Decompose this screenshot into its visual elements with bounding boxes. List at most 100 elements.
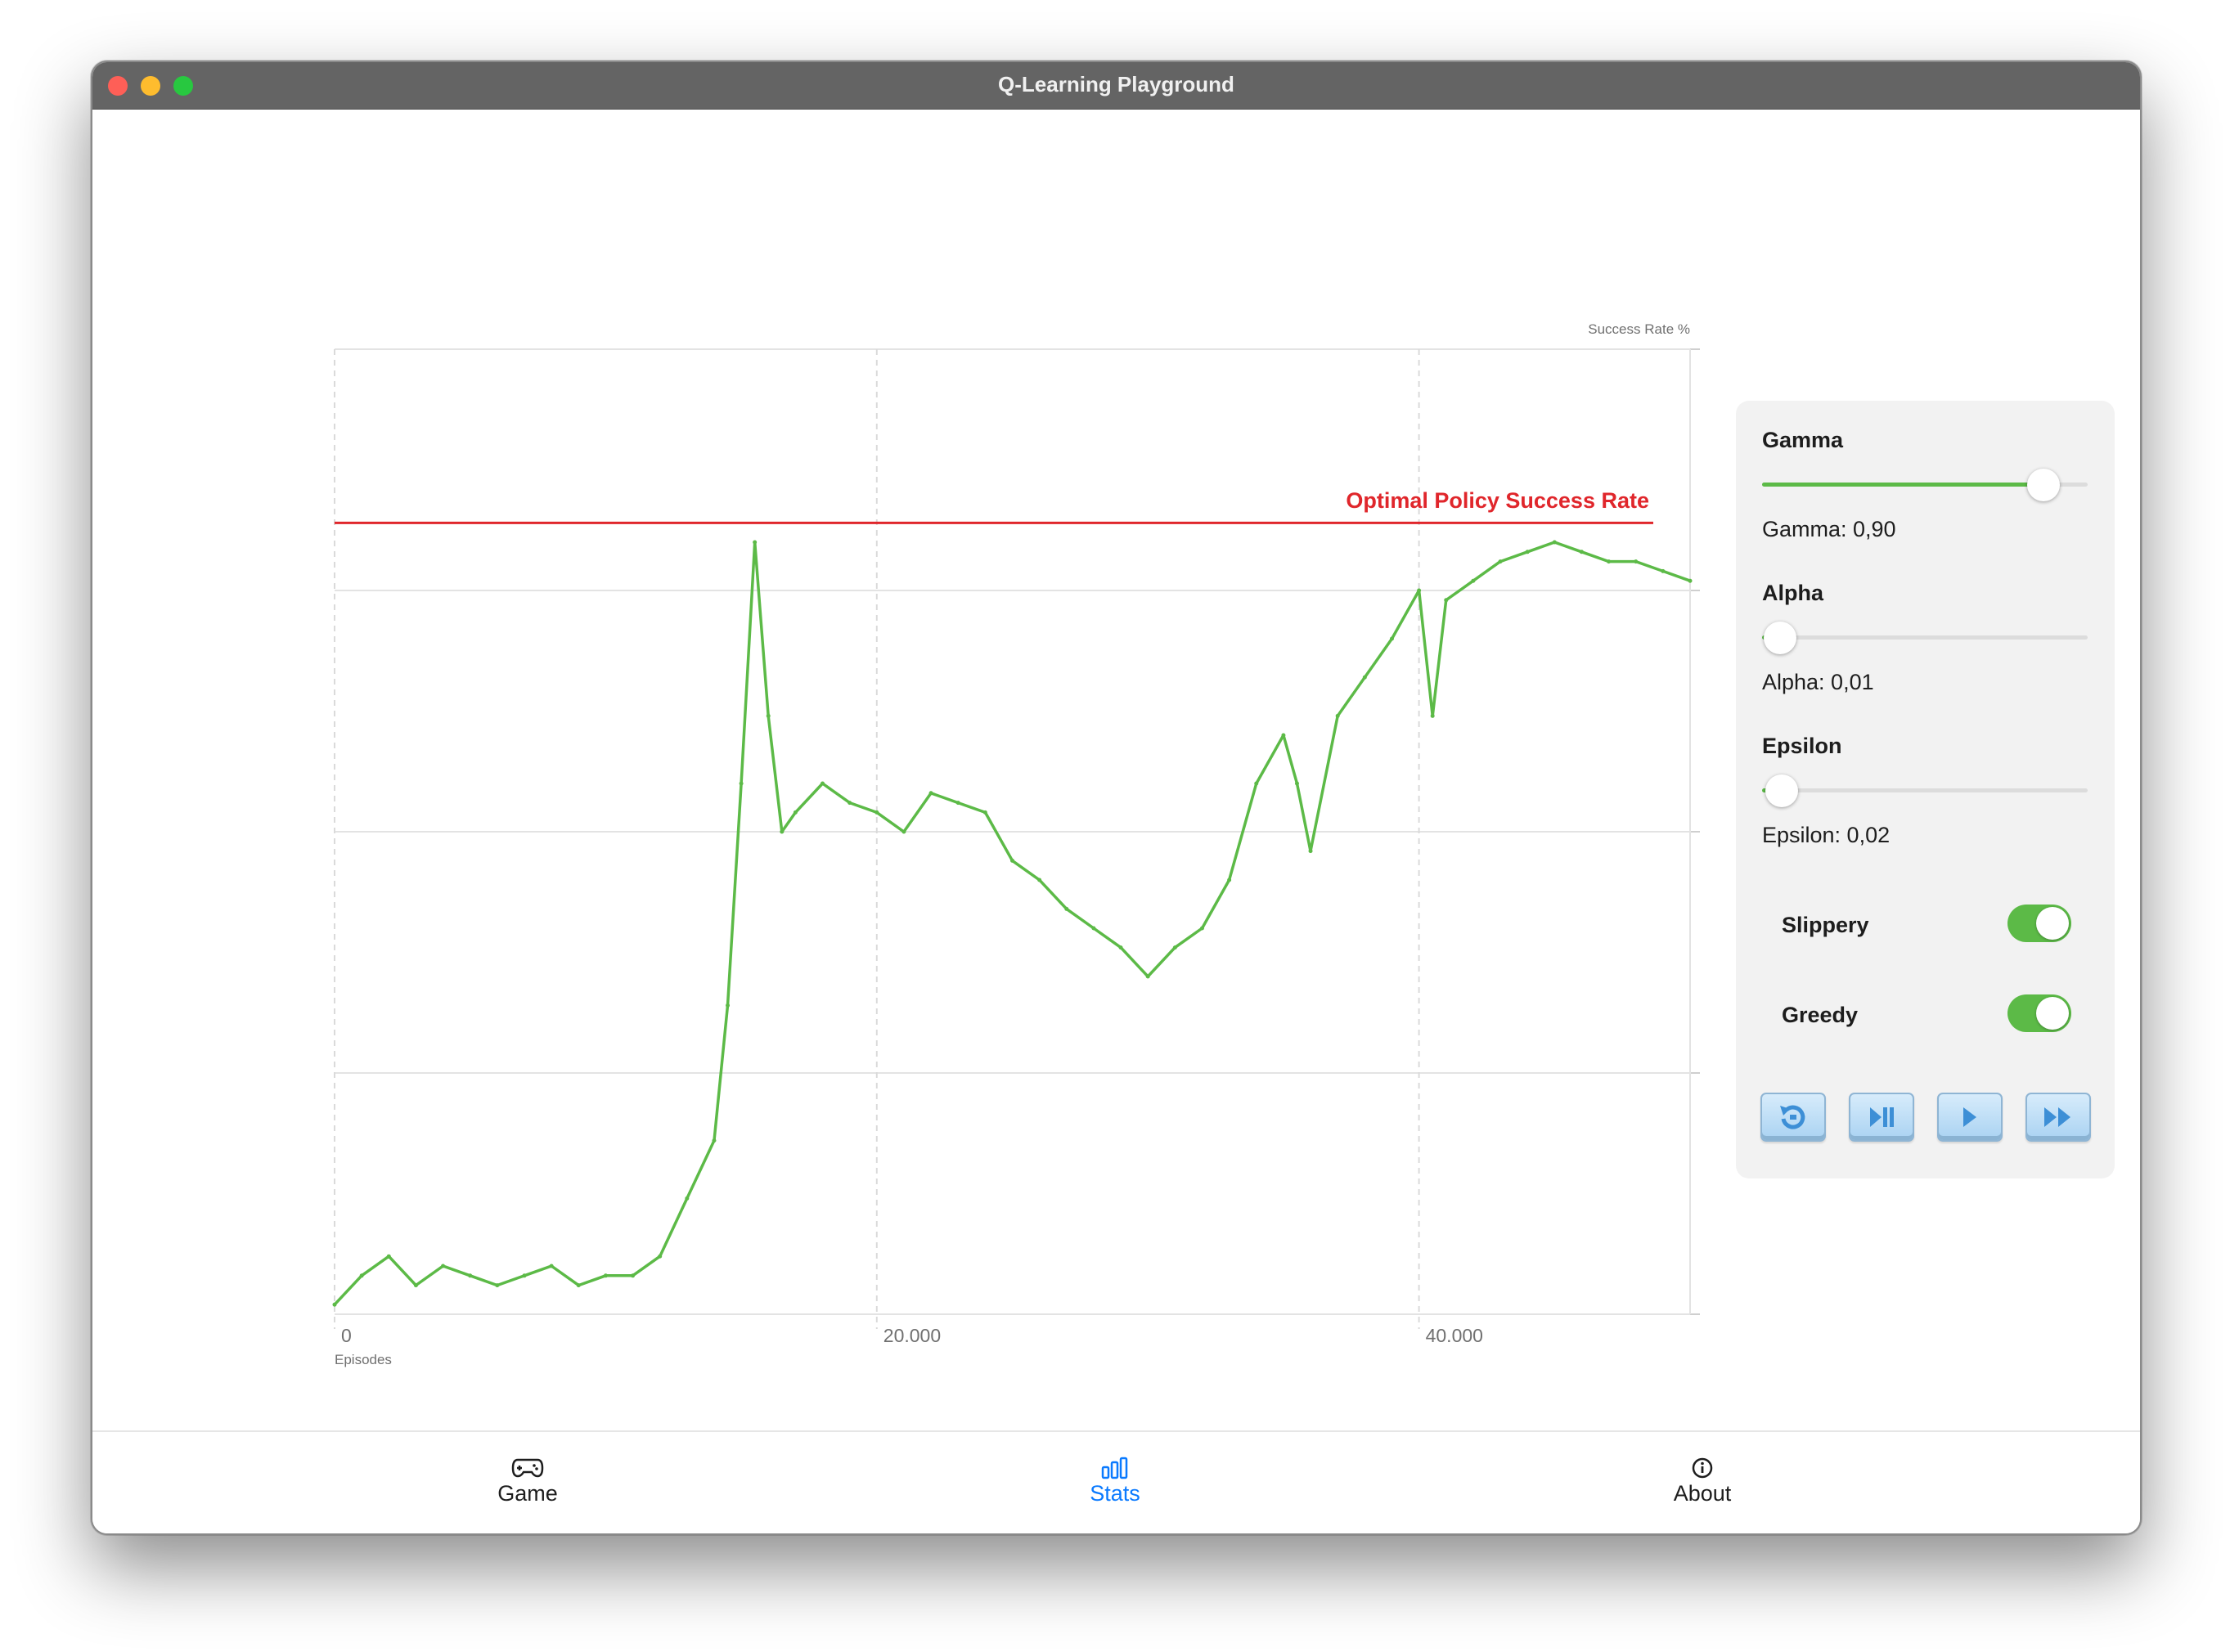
y-axis-title: Success Rate % (1588, 321, 1690, 337)
gamma-slider[interactable] (1762, 469, 2088, 501)
fast-forward-button[interactable] (2025, 1093, 2091, 1142)
data-point (1172, 945, 1177, 950)
tab-stats[interactable]: Stats (951, 1432, 1279, 1533)
data-point (1579, 550, 1584, 554)
data-point (1688, 578, 1693, 583)
data-point (359, 1273, 364, 1278)
data-point (685, 1196, 690, 1201)
slippery-toggle[interactable] (2007, 905, 2071, 942)
epsilon-slider-thumb[interactable] (1765, 774, 1798, 807)
data-point (780, 829, 785, 834)
step-button[interactable] (1849, 1093, 1914, 1142)
title-bar: Q-Learning Playground (92, 62, 2140, 110)
info-circle-icon (1692, 1457, 1713, 1479)
data-point (1444, 598, 1449, 603)
data-point (549, 1264, 554, 1268)
step-icon (1870, 1107, 1894, 1127)
data-point (1064, 906, 1069, 911)
data-point (522, 1273, 527, 1278)
data-point (1525, 550, 1530, 554)
data-point (1389, 636, 1394, 641)
data-point (1607, 559, 1612, 564)
data-point (1118, 945, 1123, 950)
data-point (495, 1283, 500, 1288)
x-tick-label: 20.000 (883, 1325, 941, 1346)
x-axis-title: Episodes (335, 1352, 392, 1367)
data-point (468, 1273, 473, 1278)
tab-game-label: Game (497, 1481, 558, 1506)
tab-bar: Game Stats About (92, 1430, 2140, 1533)
data-point (955, 801, 960, 806)
data-point (1091, 926, 1096, 931)
success-rate-chart: 0255075100020.00040.000 Episodes Success… (332, 321, 1700, 1367)
data-point (766, 713, 771, 718)
data-point (1430, 713, 1435, 718)
tab-stats-label: Stats (1090, 1481, 1140, 1506)
x-tick-label: 40.000 (1426, 1325, 1483, 1346)
data-point (1634, 559, 1639, 564)
data-point (1294, 781, 1299, 786)
data-point (901, 829, 906, 834)
alpha-value-label: Alpha: 0,01 (1762, 670, 1874, 694)
alpha-slider[interactable] (1762, 622, 2088, 654)
data-point (603, 1273, 608, 1278)
data-point (1471, 578, 1476, 583)
data-point (874, 810, 879, 815)
data-point (1010, 858, 1014, 863)
reset-button[interactable] (1760, 1093, 1826, 1142)
data-point (1308, 849, 1313, 854)
x-tick-label: 0 (341, 1325, 352, 1346)
data-point (332, 1302, 337, 1307)
greedy-toggle[interactable] (2007, 994, 2071, 1032)
app-window: Q-Learning Playground 0255075100020.0004… (91, 61, 2142, 1535)
epsilon-slider[interactable] (1762, 774, 2088, 807)
epsilon-title: Epsilon (1762, 734, 1842, 758)
tab-about[interactable]: About (1539, 1432, 1866, 1533)
data-point (753, 540, 758, 545)
window-title: Q-Learning Playground (998, 72, 1234, 97)
data-point (726, 1003, 731, 1008)
data-point (631, 1273, 636, 1278)
gamma-title: Gamma (1762, 428, 1844, 452)
gamma-value-label: Gamma: 0,90 (1762, 517, 1896, 541)
slippery-label: Slippery (1782, 913, 1869, 937)
data-point (1199, 926, 1204, 931)
data-point (576, 1283, 581, 1288)
greedy-label: Greedy (1782, 1003, 1859, 1027)
data-point (1498, 559, 1503, 564)
play-button[interactable] (1937, 1093, 2003, 1142)
data-point (1254, 781, 1259, 786)
data-point (441, 1264, 446, 1268)
data-point (847, 801, 852, 806)
data-point (658, 1254, 663, 1259)
gamma-slider-thumb[interactable] (2027, 469, 2060, 501)
data-point (821, 781, 825, 786)
success-rate-line (333, 541, 1691, 1306)
data-point (1227, 878, 1232, 882)
controls-panel: Gamma Gamma: 0,90 Alpha Alpha: 0,01 Epsi… (1736, 401, 2115, 1178)
data-point (1335, 713, 1340, 718)
fast-forward-icon (2044, 1107, 2070, 1127)
alpha-slider-thumb[interactable] (1764, 622, 1796, 654)
reset-icon (1780, 1105, 1805, 1129)
data-point (1281, 733, 1286, 738)
optimal-policy-label: Optimal Policy Success Rate (1346, 488, 1649, 513)
data-point (413, 1283, 418, 1288)
data-point (1552, 540, 1557, 545)
data-point (793, 810, 798, 815)
gamecontroller-icon (511, 1458, 544, 1478)
data-point (928, 791, 933, 796)
epsilon-value-label: Epsilon: 0,02 (1762, 823, 1891, 847)
data-point (1661, 568, 1666, 573)
chart-bar-icon (1101, 1457, 1128, 1479)
data-point (1037, 878, 1042, 882)
data-point (1417, 588, 1422, 593)
data-point (712, 1138, 717, 1143)
data-point (1145, 974, 1150, 979)
data-point (1362, 675, 1367, 680)
data-point (739, 781, 744, 786)
alpha-title: Alpha (1762, 581, 1824, 605)
data-point (386, 1254, 391, 1259)
tab-game[interactable]: Game (364, 1432, 691, 1533)
play-icon (1963, 1107, 1976, 1127)
